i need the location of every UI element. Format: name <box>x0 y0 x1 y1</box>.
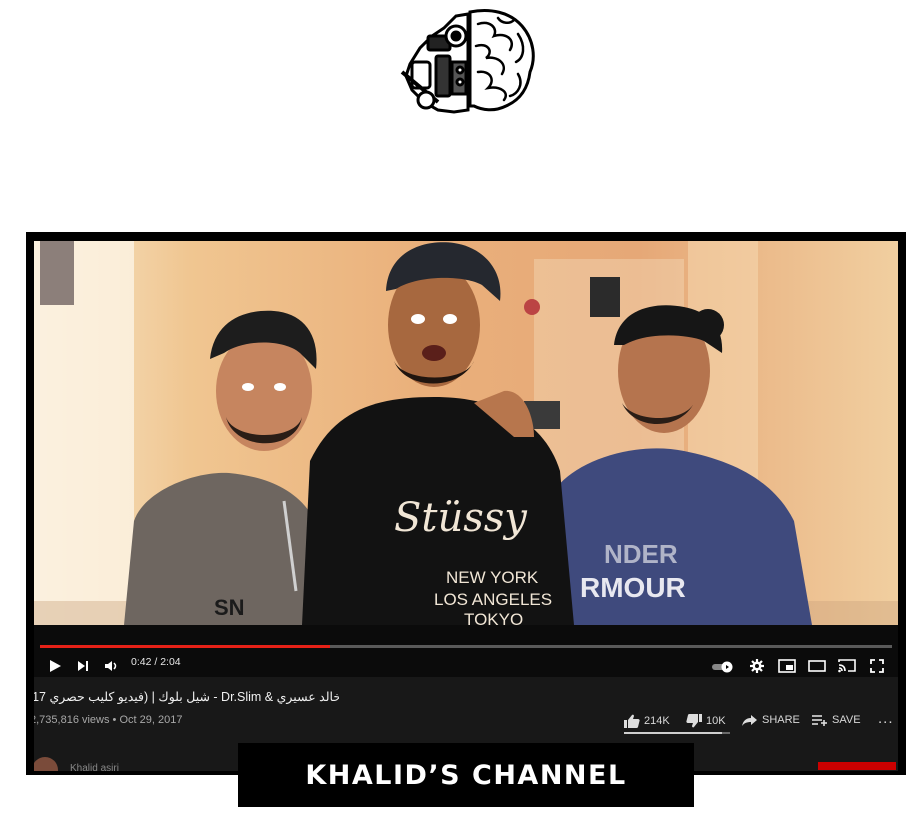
miniplayer-icon[interactable] <box>778 659 796 673</box>
svg-text:NEW YORK: NEW YORK <box>446 568 539 587</box>
view-count-date: 2,735,816 views • Oct 29, 2017 <box>34 714 183 726</box>
video-scene: SN NDER RMOUR Stüssy NEW YORK LOS ANGELE… <box>34 241 898 625</box>
svg-text:LOS ANGELES: LOS ANGELES <box>434 590 552 609</box>
subscribe-button[interactable] <box>818 762 896 770</box>
dislike-count: 10K <box>706 715 726 727</box>
fullscreen-icon[interactable] <box>870 659 884 673</box>
progress-bar-played <box>40 645 330 648</box>
player-controls: 0:42 / 2:04 <box>34 625 898 677</box>
youtube-player-page: SN NDER RMOUR Stüssy NEW YORK LOS ANGELE… <box>34 241 898 771</box>
thumbs-up-icon <box>624 714 640 728</box>
svg-text:TOKYO: TOKYO <box>464 610 523 625</box>
more-icon: ... <box>878 710 894 727</box>
save-button[interactable]: SAVE <box>812 714 861 726</box>
channel-banner[interactable]: KHALID’S CHANNEL <box>238 743 694 807</box>
site-logo <box>398 6 538 116</box>
time-display: 0:42 / 2:04 <box>131 656 181 668</box>
dislike-button[interactable]: 10K <box>686 714 726 728</box>
theater-mode-icon[interactable] <box>808 660 826 672</box>
channel-name[interactable]: Khalid asiri <box>70 763 119 771</box>
next-icon[interactable] <box>76 659 90 673</box>
more-actions-button[interactable]: ... <box>878 710 894 727</box>
add-to-playlist-icon <box>812 715 827 726</box>
video-title: شيل بلوك | (فيديو كليب حصري 2017) - Dr.S… <box>34 690 339 704</box>
svg-text:Stüssy: Stüssy <box>394 495 528 541</box>
channel-avatar[interactable] <box>34 757 58 771</box>
volume-icon[interactable] <box>104 659 120 673</box>
svg-text:RMOUR: RMOUR <box>580 572 686 603</box>
svg-text:SN: SN <box>214 595 245 620</box>
sentiment-bar <box>624 732 730 734</box>
share-label: SHARE <box>762 714 800 726</box>
autoplay-toggle-icon[interactable] <box>712 661 734 673</box>
cast-icon[interactable] <box>838 658 856 673</box>
person-left: SN <box>124 310 334 625</box>
video-screenshot-frame: SN NDER RMOUR Stüssy NEW YORK LOS ANGELE… <box>26 232 906 775</box>
like-count: 214K <box>644 715 670 727</box>
share-button[interactable]: SHARE <box>742 714 800 726</box>
share-arrow-icon <box>742 715 757 726</box>
video-frame[interactable]: SN NDER RMOUR Stüssy NEW YORK LOS ANGELE… <box>34 241 898 625</box>
svg-text:NDER: NDER <box>604 539 678 569</box>
thumbs-down-icon <box>686 714 702 728</box>
hiphop-brain-logo-icon <box>400 9 535 114</box>
settings-gear-icon[interactable] <box>750 659 764 673</box>
like-button[interactable]: 214K <box>624 714 670 728</box>
play-icon[interactable] <box>48 659 62 673</box>
progress-bar[interactable] <box>40 645 892 648</box>
channel-banner-label: KHALID’S CHANNEL <box>305 759 627 791</box>
save-label: SAVE <box>832 714 861 726</box>
